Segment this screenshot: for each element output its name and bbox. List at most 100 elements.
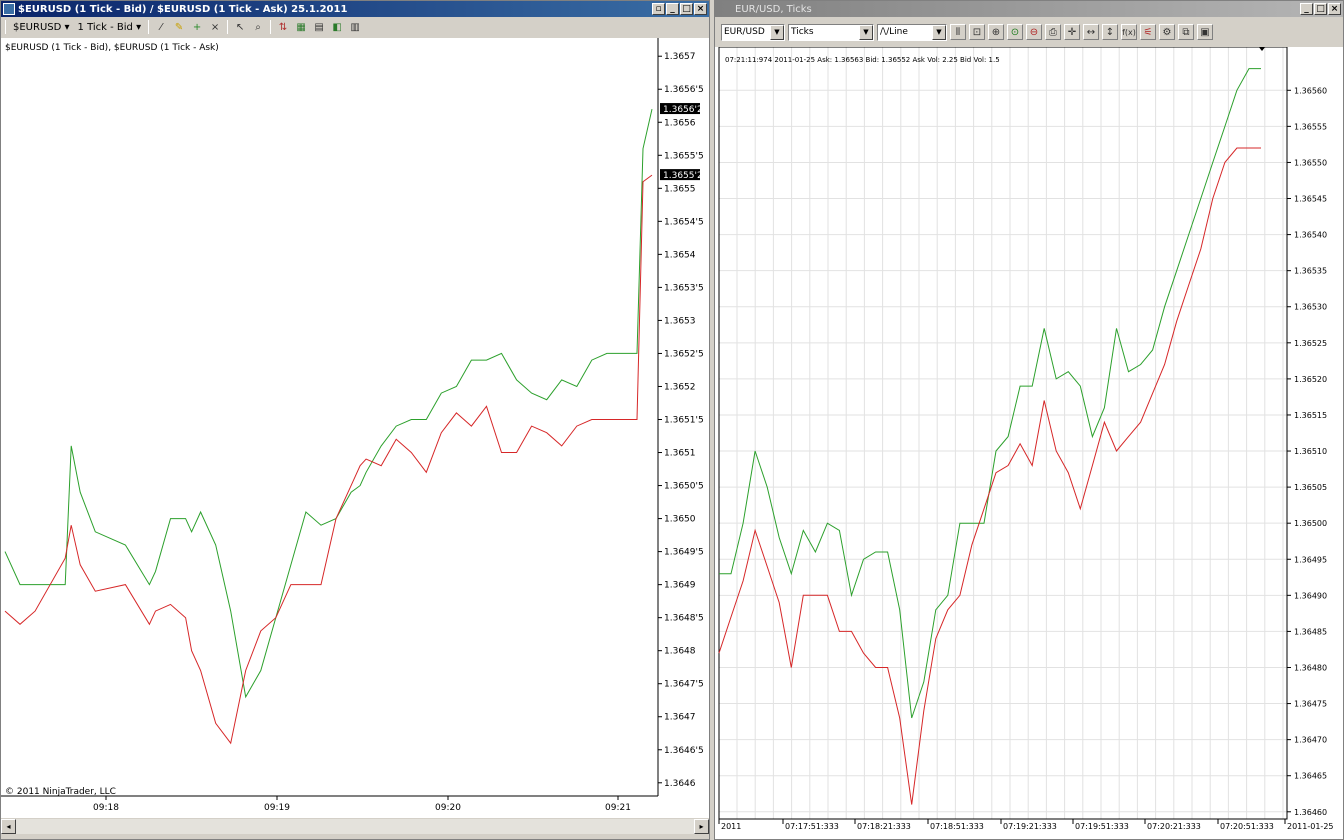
scroll-right-button[interactable]: ▸ [694, 819, 709, 834]
save-icon[interactable]: ▣ [1197, 24, 1213, 40]
y-tick-label: 1.36520 [1294, 375, 1327, 384]
app-icon [3, 3, 15, 15]
ticks-chart-window: EUR/USD, Ticks _ □ × EUR/USD ▼ Ticks ▼ /\/… [714, 0, 1344, 840]
close-button[interactable]: × [694, 3, 707, 15]
x-tick-label: 07:20:21:333 [1147, 822, 1201, 831]
y-tick-label: 1.36460 [1294, 808, 1327, 817]
y-tick-label: 1.36475 [1294, 700, 1327, 709]
window-title: $EURUSD (1 Tick - Bid) / $EURUSD (1 Tick… [18, 3, 348, 15]
y-tick-label: 1.3648 [664, 647, 696, 657]
x-tick-label: 09:19 [264, 803, 290, 813]
series-line-ask [719, 68, 1261, 719]
function-icon[interactable]: f(x) [1121, 24, 1137, 40]
minimize-button[interactable]: _ [666, 3, 679, 15]
y-tick-label: 1.36500 [1294, 519, 1327, 528]
data-box-icon[interactable]: ▤ [311, 19, 327, 35]
y-tick-label: 1.36505 [1294, 483, 1327, 492]
price-chart[interactable]: 1.36560 1.36555 1.36550 1.36545 1.36540 1.365… [715, 47, 1343, 839]
instrument-selector[interactable]: $EURUSD ▾ [10, 22, 73, 33]
y-tick-label: 1.36560 [1294, 86, 1327, 95]
window-title: EUR/USD, Ticks [735, 3, 812, 15]
y-tick-label: 1.36540 [1294, 231, 1327, 240]
line-draw-icon[interactable]: ⁄ [153, 19, 169, 35]
chart-style-select[interactable]: /\/ Line ▼ [877, 23, 947, 41]
print-icon[interactable]: ⎙ [1045, 24, 1061, 40]
x-tick-label: 09:18 [93, 803, 119, 813]
y-tick-label: 1.36510 [1294, 447, 1327, 456]
indicator-icon[interactable]: ⚟ [1140, 24, 1156, 40]
x-tick-label: 07:18:21:333 [857, 822, 911, 831]
period-selector[interactable]: 1 Tick - Bid ▾ [75, 22, 145, 33]
order-entry-icon[interactable]: ⇅ [275, 19, 291, 35]
cursor-icon[interactable]: ↖ [232, 19, 248, 35]
minimize-button[interactable]: _ [1300, 3, 1313, 15]
chart-toolbar: $EURUSD ▾ 1 Tick - Bid ▾ ⁄ ✎ + × ↖ ⌕ ⇅ ▦… [1, 17, 709, 37]
y-tick-label: 1.3656 [664, 118, 696, 128]
zoom-icon[interactable]: ⌕ [250, 19, 266, 35]
horizontal-scale-icon[interactable]: ↔ [1083, 24, 1099, 40]
x-tick-label: 09:21 [605, 803, 631, 813]
properties-icon[interactable]: ▦ [293, 19, 309, 35]
remove-indicator-icon[interactable]: × [207, 19, 223, 35]
series-line-bid [4, 174, 653, 745]
y-tick-label: 1.36470 [1294, 736, 1327, 745]
x-tick-label: 07:20:51:333 [1220, 822, 1274, 831]
window-controls: ▫ _ □ × [652, 3, 707, 15]
title-bar[interactable]: EUR/USD, Ticks [715, 1, 1343, 17]
price-chart[interactable]: 1.3657 1.3656'5 1.3656 1.3655'5 1.3655 1.3654… [1, 38, 709, 818]
y-tick-label: 1.3647 [664, 713, 696, 723]
y-tick-label: 1.36490 [1294, 591, 1327, 600]
y-tick-label: 1.36465 [1294, 772, 1327, 781]
y-tick-label: 1.3654 [664, 250, 696, 260]
y-tick-label: 1.3654'5 [664, 217, 704, 227]
y-tick-label: 1.36495 [1294, 555, 1327, 564]
y-tick-label: 1.3651'5 [664, 416, 704, 426]
strategy-icon[interactable]: ◧ [329, 19, 345, 35]
maximize-button[interactable]: □ [1314, 3, 1327, 15]
crosshair-icon[interactable]: ✛ [1064, 24, 1080, 40]
horizontal-scrollbar[interactable]: ◂ ▸ [1, 818, 709, 834]
y-tick-label: 1.36530 [1294, 303, 1327, 312]
interval-select[interactable]: Ticks ▼ [788, 23, 874, 41]
copy-icon[interactable]: ⧉ [1178, 24, 1194, 40]
price-marker-label: 1.3655'2 [663, 171, 703, 181]
copyright-text: © 2011 NinjaTrader, LLC [5, 787, 116, 797]
y-tick-label: 1.3649'5 [664, 548, 704, 558]
add-indicator-icon[interactable]: + [189, 19, 205, 35]
y-tick-label: 1.36515 [1294, 411, 1327, 420]
zoom-in-icon[interactable]: ⊕ [988, 24, 1004, 40]
zoom-fit-icon[interactable]: ⊙ [1007, 24, 1023, 40]
zoom-out-icon[interactable]: ⊖ [1026, 24, 1042, 40]
chart-legend: $EURUSD (1 Tick - Bid), $EURUSD (1 Tick … [5, 43, 219, 53]
y-tick-label: 1.3647'5 [664, 680, 704, 690]
lock-icon[interactable]: ⊡ [969, 24, 985, 40]
vertical-scale-icon[interactable]: ↕ [1102, 24, 1118, 40]
y-tick-label: 1.36545 [1294, 195, 1327, 204]
y-tick-label: 1.3649 [664, 581, 696, 591]
x-tick-label: 09:20 [435, 803, 461, 813]
x-tick-label: 07:17:51:333 [785, 822, 839, 831]
x-tick-label: 07:18:51:333 [930, 822, 984, 831]
chart-toolbar: EUR/USD ▼ Ticks ▼ /\/ Line ▼ ⫴ ⊡ ⊕ ⊙ ⊖ ⎙ ✛ … [715, 18, 1343, 46]
quote-info: 07:21:11:974 2011-01-25 Ask: 1.36563 Bid… [725, 56, 1000, 64]
close-button[interactable]: × [1328, 3, 1341, 15]
scroll-left-button[interactable]: ◂ [1, 819, 16, 834]
maximize-button[interactable]: □ [680, 3, 693, 15]
y-tick-label: 1.36525 [1294, 339, 1327, 348]
title-bar[interactable]: $EURUSD (1 Tick - Bid) / $EURUSD (1 Tick… [1, 1, 709, 17]
ninjatrader-chart-window: $EURUSD (1 Tick - Bid) / $EURUSD (1 Tick… [0, 0, 710, 840]
bar-chart-icon[interactable]: ⫴ [950, 24, 966, 40]
y-tick-label: 1.36550 [1294, 158, 1327, 167]
y-tick-label: 1.3650 [664, 515, 696, 525]
price-marker-label: 1.3656'2 [663, 105, 703, 115]
y-tick-label: 1.3655'5 [664, 151, 704, 161]
y-tick-label: 1.3646'5 [664, 746, 704, 756]
y-tick-label: 1.3646 [664, 779, 696, 789]
restore-button[interactable]: ▫ [652, 3, 665, 15]
window-link-icon[interactable]: ▥ [347, 19, 363, 35]
settings-icon[interactable]: ⚙ [1159, 24, 1175, 40]
y-tick-label: 1.3655 [664, 184, 696, 194]
x-tick-label: 07:19:21:333 [1003, 822, 1057, 831]
pencil-icon[interactable]: ✎ [171, 19, 187, 35]
symbol-select[interactable]: EUR/USD ▼ [721, 23, 785, 41]
